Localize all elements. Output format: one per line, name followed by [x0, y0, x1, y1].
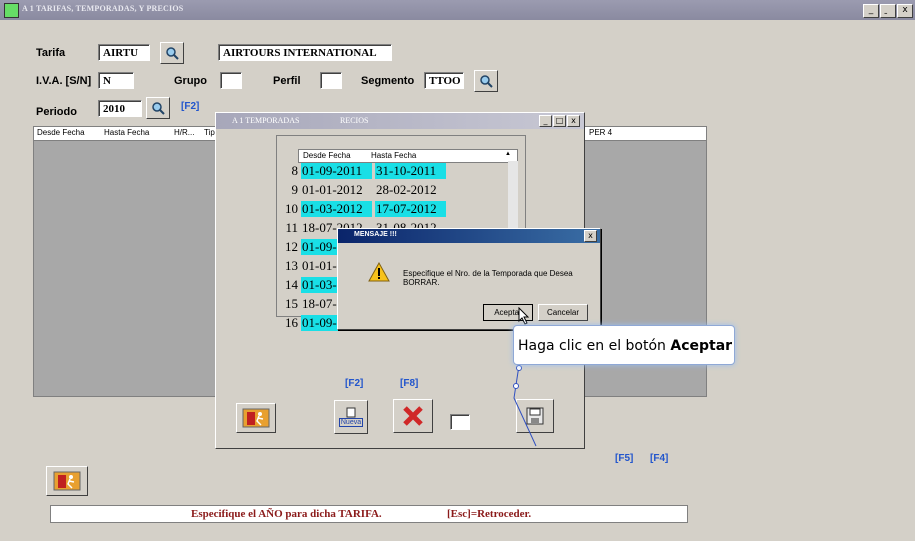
tooltip-text: Haga clic en el botón	[518, 338, 671, 354]
f5-key[interactable]: [F5]	[615, 453, 633, 464]
temporada-row[interactable]: 10 01-03-2012 17-07-2012	[282, 201, 446, 217]
temporadas-minimize[interactable]: _	[539, 115, 552, 127]
close-button[interactable]: x	[897, 4, 913, 18]
tarifa-label: Tarifa	[36, 47, 66, 59]
mensaje-close[interactable]: x	[584, 230, 597, 242]
cancelar-button[interactable]: Cancelar	[538, 304, 588, 321]
status-right: [Esc]=Retroceder.	[447, 508, 532, 520]
exit-button[interactable]	[236, 403, 276, 433]
temporadas-title: A 1 TEMPORADAS	[232, 116, 300, 125]
minimize-button[interactable]: _	[863, 4, 879, 18]
search-icon	[152, 102, 165, 115]
row-number: 12	[285, 239, 298, 254]
window-titlebar: A 1 TARIFAS, TEMPORADAS, Y PRECIOS _ ̱ x	[0, 0, 915, 20]
segmento-search-button[interactable]	[474, 70, 498, 92]
list-col-desde: Desde Fecha	[303, 151, 351, 160]
row-number: 9	[291, 182, 299, 197]
temporadas-titlebar: A 1 TEMPORADAS RECIOS _ □ x	[216, 113, 584, 129]
perfil-label: Perfil	[273, 75, 301, 87]
temporada-row[interactable]: 8 01-09-2011 31-10-2011	[282, 163, 446, 179]
row-number: 14	[285, 277, 298, 292]
row-desde: 01-09-2011	[301, 163, 372, 179]
grupo-label: Grupo	[174, 75, 207, 87]
nueva-label: Nueva	[338, 418, 364, 427]
temporada-number-field[interactable]	[450, 414, 470, 430]
periodo-field[interactable]: 2010	[98, 100, 142, 117]
tarifa-search-button[interactable]	[160, 42, 184, 64]
row-number: 15	[285, 296, 298, 311]
exit-icon	[242, 408, 270, 428]
temporadas-maximize[interactable]: □	[553, 115, 566, 127]
instruction-tooltip: Haga clic en el botón Aceptar	[513, 325, 735, 365]
row-number: 13	[285, 258, 298, 273]
row-desde: 01-01-2012	[302, 182, 363, 197]
app-icon	[4, 3, 19, 18]
row-number: 16	[285, 315, 298, 330]
delete-icon	[403, 406, 423, 426]
temporadas-title-suffix: RECIOS	[340, 116, 369, 125]
search-icon	[480, 75, 493, 88]
mensaje-title: MENSAJE !!!	[354, 231, 397, 238]
maximize-button[interactable]: ̱	[880, 4, 896, 18]
status-left: Especifique el AÑO para dicha TARIFA.	[191, 508, 382, 520]
f4-key[interactable]: [F4]	[650, 453, 668, 464]
warning-icon	[368, 262, 390, 282]
tarifa-code-field[interactable]: AIRTU	[98, 44, 150, 61]
grid-col-per4: PER 4	[589, 128, 613, 137]
tooltip-bold: Aceptar	[670, 338, 733, 354]
new-document-icon	[346, 407, 356, 418]
segmento-field[interactable]: TTOO	[424, 72, 464, 89]
grid-col-tip: Tip	[204, 128, 215, 137]
nueva-button[interactable]: Nueva	[334, 400, 368, 434]
periodo-search-button[interactable]	[146, 97, 170, 119]
grid-col-hr: H/R...	[174, 128, 195, 137]
mensaje-titlebar: MENSAJE !!! x	[338, 229, 600, 243]
row-hasta: 17-07-2012	[375, 201, 446, 217]
row-number: 8	[291, 163, 299, 178]
temporada-row[interactable]: 9 01-01-2012 28-02-2012	[282, 182, 446, 198]
row-hasta: 28-02-2012	[376, 182, 437, 197]
iva-field[interactable]: N	[98, 72, 134, 89]
row-hasta: 31-10-2011	[375, 163, 446, 179]
grid-col-hasta: Hasta Fecha	[104, 128, 150, 137]
periodo-label: Periodo	[36, 106, 77, 118]
f2-key[interactable]: [F2]	[345, 378, 363, 389]
row-desde: 01-03-2012	[301, 201, 372, 217]
search-icon	[166, 47, 179, 60]
row-number: 10	[285, 201, 298, 216]
perfil-field[interactable]	[320, 72, 342, 89]
segmento-label: Segmento	[361, 75, 415, 87]
mouse-cursor-icon	[518, 307, 530, 325]
iva-label: I.V.A. [S/N]	[36, 75, 92, 87]
exit-icon	[53, 471, 81, 491]
window-title: A 1 TARIFAS, TEMPORADAS, Y PRECIOS	[22, 4, 184, 13]
tooltip-connector	[513, 361, 537, 447]
grupo-field[interactable]	[220, 72, 242, 89]
periodo-f2-key[interactable]: [F2]	[181, 101, 199, 112]
mensaje-dialog: MENSAJE !!! x Especifique el Nro. de la …	[337, 228, 601, 330]
tarifa-name-field[interactable]: AIRTOURS INTERNATIONAL	[218, 44, 392, 61]
delete-button[interactable]	[393, 399, 433, 433]
status-bar: Especifique el AÑO para dicha TARIFA. [E…	[50, 505, 688, 523]
grid-col-desde: Desde Fecha	[37, 128, 85, 137]
mensaje-text: Especifique el Nro. de la Temporada que …	[403, 269, 573, 287]
f8-key[interactable]: [F8]	[400, 378, 418, 389]
list-col-hasta: Hasta Fecha	[371, 151, 417, 160]
temporadas-close[interactable]: x	[567, 115, 580, 127]
scroll-up-icon[interactable]: ▲	[505, 151, 511, 157]
row-number: 11	[285, 220, 298, 235]
window-controls: _ ̱ x	[863, 4, 913, 18]
main-exit-button[interactable]	[46, 466, 88, 496]
temporadas-list-header: Desde Fecha Hasta Fecha ▲	[298, 149, 518, 163]
